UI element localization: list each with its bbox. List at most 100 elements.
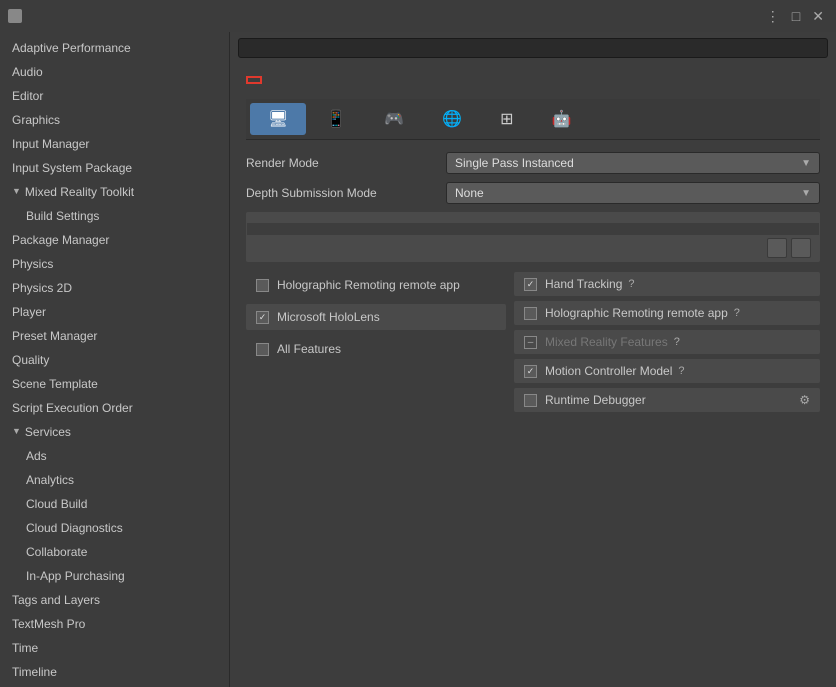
- sidebar-item-analytics[interactable]: Analytics: [0, 468, 229, 492]
- sidebar-item-services[interactable]: ▼Services: [0, 420, 229, 444]
- sidebar-item-graphics[interactable]: Graphics: [0, 108, 229, 132]
- checkbox-all-features[interactable]: [256, 343, 269, 356]
- platform-tabs: 🖥 📱🎮 🌐 ⊞ 🤖: [246, 99, 820, 140]
- remove-profile-button[interactable]: [791, 238, 811, 258]
- help-icon-hand-tracking[interactable]: ?: [628, 278, 634, 290]
- sidebar-item-label: Collaborate: [26, 543, 87, 561]
- sidebar-item-timeline[interactable]: Timeline: [0, 660, 229, 684]
- feature-left-item-holographic-remoting[interactable]: Holographic Remoting remote app: [246, 272, 506, 298]
- feature-right-item-motion-controller-model[interactable]: Motion Controller Model?: [514, 359, 820, 383]
- sidebar-item-cloud-build[interactable]: Cloud Build: [0, 492, 229, 516]
- sidebar-item-preset-manager[interactable]: Preset Manager: [0, 324, 229, 348]
- sidebar-item-label: Ads: [26, 447, 47, 465]
- platform-tab-1[interactable]: 📱: [308, 103, 364, 135]
- close-icon[interactable]: ✕: [808, 8, 828, 25]
- sidebar-item-in-app-purchasing[interactable]: In-App Purchasing: [0, 564, 229, 588]
- settings-dropdown-1[interactable]: None▼: [446, 182, 820, 204]
- sidebar-item-cloud-diagnostics[interactable]: Cloud Diagnostics: [0, 516, 229, 540]
- sidebar-item-label: Script Execution Order: [12, 399, 133, 417]
- interaction-profiles-content: [247, 223, 819, 235]
- sidebar-item-label: Editor: [12, 87, 43, 105]
- add-profile-button[interactable]: [767, 238, 787, 258]
- sidebar-item-collaborate[interactable]: Collaborate: [0, 540, 229, 564]
- checkbox-right-mixed-reality-features[interactable]: [524, 336, 537, 349]
- sidebar-item-label: Audio: [12, 63, 43, 81]
- sidebar-item-label: Cloud Diagnostics: [26, 519, 123, 537]
- checkbox-right-hand-tracking[interactable]: [524, 278, 537, 291]
- sidebar-item-package-manager[interactable]: Package Manager: [0, 228, 229, 252]
- gear-icon-runtime-debugger[interactable]: ⚙: [799, 393, 810, 407]
- sidebar-item-label: Player: [12, 303, 46, 321]
- sidebar-item-label: Services: [25, 423, 71, 441]
- sidebar-item-label: Mixed Reality Toolkit: [25, 183, 134, 201]
- sidebar-item-label: Adaptive Performance: [12, 39, 131, 57]
- feature-left-item-all-features[interactable]: All Features: [246, 336, 506, 362]
- feature-right-item-holographic-remoting-right[interactable]: Holographic Remoting remote app?: [514, 301, 820, 325]
- page-title: [246, 76, 262, 84]
- feature-right-label-holographic-remoting-right: Holographic Remoting remote app: [545, 306, 728, 320]
- sidebar-item-scene-template[interactable]: Scene Template: [0, 372, 229, 396]
- checkbox-right-runtime-debugger[interactable]: [524, 394, 537, 407]
- settings-label-0: Render Mode: [246, 156, 446, 170]
- sidebar-item-label: In-App Purchasing: [26, 567, 125, 585]
- platform-tab-5[interactable]: 🤖: [533, 103, 589, 135]
- feature-left-panel: Holographic Remoting remote app Microsoft…: [246, 272, 506, 415]
- settings-label-1: Depth Submission Mode: [246, 186, 446, 200]
- feature-left-item-microsoft-hololens[interactable]: Microsoft HoloLens: [246, 304, 506, 330]
- sidebar-item-adaptive-performance[interactable]: Adaptive Performance: [0, 36, 229, 60]
- sidebar-item-editor[interactable]: Editor: [0, 84, 229, 108]
- help-icon-motion-controller-model[interactable]: ?: [678, 365, 684, 377]
- settings-dropdown-0[interactable]: Single Pass Instanced▼: [446, 152, 820, 174]
- help-icon-holographic-remoting-right[interactable]: ?: [734, 307, 740, 319]
- sidebar-item-ads[interactable]: Ads: [0, 444, 229, 468]
- sidebar-item-physics-2d[interactable]: Physics 2D: [0, 276, 229, 300]
- sidebar-item-script-execution-order[interactable]: Script Execution Order: [0, 396, 229, 420]
- help-icon-mixed-reality-features[interactable]: ?: [674, 336, 680, 348]
- checkbox-holographic-remoting[interactable]: [256, 279, 269, 292]
- feature-right-panel: Hand Tracking?Holographic Remoting remot…: [514, 272, 820, 415]
- sidebar-item-audio[interactable]: Audio: [0, 60, 229, 84]
- feature-right-item-runtime-debugger[interactable]: Runtime Debugger ⚙: [514, 388, 820, 412]
- platform-tab-icon-4: ⊞: [500, 109, 513, 129]
- checkbox-right-motion-controller-model[interactable]: [524, 365, 537, 378]
- sidebar-item-build-settings[interactable]: Build Settings: [0, 204, 229, 228]
- sidebar-item-tags-and-layers[interactable]: Tags and Layers: [0, 588, 229, 612]
- sidebar-item-textmesh-pro[interactable]: TextMesh Pro: [0, 612, 229, 636]
- sidebar: Adaptive Performance Audio Editor Graphics I…: [0, 32, 230, 687]
- feature-right-label-runtime-debugger: Runtime Debugger: [545, 393, 646, 407]
- title-bar: ⋮ □ ✕: [0, 0, 836, 32]
- feature-right-label-motion-controller-model: Motion Controller Model: [545, 364, 672, 378]
- sidebar-item-input-manager[interactable]: Input Manager: [0, 132, 229, 156]
- sidebar-item-physics[interactable]: Physics: [0, 252, 229, 276]
- sidebar-item-label: Tags and Layers: [12, 591, 100, 609]
- sidebar-item-quality[interactable]: Quality: [0, 348, 229, 372]
- title-bar-left: [8, 9, 28, 23]
- feature-label-microsoft-hololens: Microsoft HoloLens: [277, 310, 380, 324]
- menu-icon[interactable]: ⋮: [762, 8, 784, 25]
- platform-tab-3[interactable]: 🌐: [424, 103, 480, 135]
- feature-right-item-mixed-reality-features[interactable]: Mixed Reality Features?: [514, 330, 820, 354]
- platform-tab-4[interactable]: ⊞: [482, 103, 531, 135]
- sidebar-item-mixed-reality-toolkit[interactable]: ▼Mixed Reality Toolkit: [0, 180, 229, 204]
- search-input[interactable]: [238, 38, 828, 58]
- checkbox-microsoft-hololens[interactable]: [256, 311, 269, 324]
- sidebar-item-label: Graphics: [12, 111, 60, 129]
- sidebar-item-player[interactable]: Player: [0, 300, 229, 324]
- platform-tab-2[interactable]: 🎮: [366, 103, 422, 135]
- interaction-profiles-header: [247, 213, 819, 223]
- platform-tab-icon-0: 🖥: [268, 109, 288, 129]
- maximize-icon[interactable]: □: [788, 8, 804, 25]
- dropdown-arrow-icon-0: ▼: [801, 158, 811, 169]
- feature-label-all-features: All Features: [277, 342, 341, 356]
- title-bar-controls: ⋮ □ ✕: [762, 8, 828, 25]
- sidebar-item-input-system-package[interactable]: Input System Package: [0, 156, 229, 180]
- feature-right-item-hand-tracking[interactable]: Hand Tracking?: [514, 272, 820, 296]
- platform-tab-0[interactable]: 🖥: [250, 103, 306, 135]
- checkbox-right-holographic-remoting-right[interactable]: [524, 307, 537, 320]
- platform-tab-icon-3: 🌐: [442, 109, 462, 129]
- feature-right-label-hand-tracking: Hand Tracking: [545, 277, 622, 291]
- main-container: Adaptive Performance Audio Editor Graphics I…: [0, 32, 836, 687]
- sidebar-item-label: Cloud Build: [26, 495, 87, 513]
- sidebar-item-time[interactable]: Time: [0, 636, 229, 660]
- dropdown-arrow-icon-1: ▼: [801, 188, 811, 199]
